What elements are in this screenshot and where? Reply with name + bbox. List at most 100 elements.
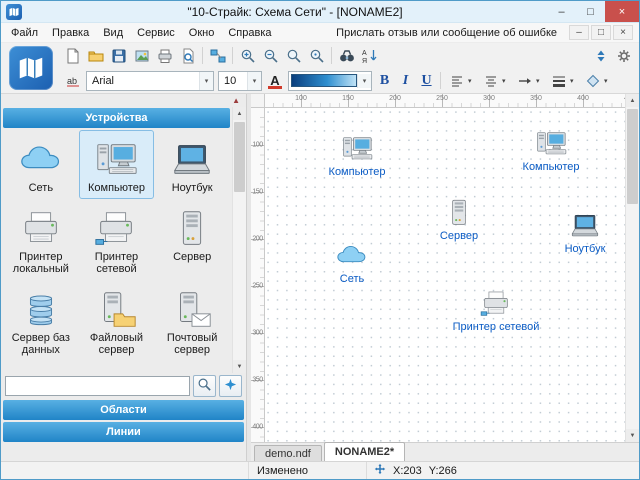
palette-item-label: Принтер сетевой	[82, 251, 152, 275]
palette-item-db-server[interactable]: Сервер баз данных	[3, 280, 79, 361]
font-color-button[interactable]: A	[264, 70, 286, 91]
network-scan-icon[interactable]	[206, 45, 229, 66]
chevron-down-icon[interactable]: ▾	[468, 77, 477, 85]
chevron-down-icon[interactable]: ▾	[502, 77, 511, 85]
menu-help[interactable]: Справка	[221, 25, 278, 41]
menu-view[interactable]: Вид	[96, 25, 130, 41]
palette-search-input[interactable]	[5, 376, 190, 396]
device-grid: СетьКомпьютерНоутбук Принтер локальныйПри…	[1, 129, 232, 373]
align-left-icon	[445, 70, 468, 91]
chevron-down-icon[interactable]: ▾	[604, 77, 613, 85]
canvas-node[interactable]: Сеть	[302, 241, 402, 285]
mdi-restore-button[interactable]: □	[591, 25, 611, 40]
palette-item-computer[interactable]: Компьютер	[79, 130, 155, 199]
tab-demo.ndf[interactable]: demo.ndf	[254, 445, 322, 461]
save-icon[interactable]	[107, 45, 130, 66]
menu-window[interactable]: Окно	[182, 25, 222, 41]
find-icon[interactable]	[335, 45, 358, 66]
scroll-up-icon[interactable]: ▲	[233, 107, 246, 120]
menu-edit[interactable]: Правка	[45, 25, 96, 41]
canvas-node[interactable]: Принтер сетевой	[446, 289, 546, 333]
printer-network-icon	[479, 289, 513, 319]
palette-item-server[interactable]: Сервер	[154, 199, 230, 280]
menu-file[interactable]: Файл	[4, 25, 45, 41]
node-shape-icon-group[interactable]: ▾	[581, 70, 613, 91]
palette-item-label: Сервер баз данных	[6, 332, 76, 356]
printer-icon	[17, 208, 65, 250]
panel-top-strip: ▲	[1, 94, 246, 107]
devices-section-header[interactable]: Устройства	[3, 108, 230, 128]
canvas-node-label: Компьютер	[329, 166, 386, 178]
collapse-panel-icon[interactable]: ▲	[232, 97, 240, 105]
canvas-node[interactable]: Компьютер	[307, 134, 407, 178]
palette-item-partial-0[interactable]	[3, 361, 79, 373]
mdi-minimize-button[interactable]: –	[569, 25, 589, 40]
print-preview-icon[interactable]	[176, 45, 199, 66]
tab-NONAME2*[interactable]: NONAME2*	[324, 442, 405, 461]
separator	[202, 47, 203, 64]
font-family-select[interactable]: Arial ▾	[86, 71, 214, 91]
lines-section-header[interactable]: Линии	[3, 422, 244, 442]
palette-item-file-server[interactable]: Файловый сервер	[79, 280, 155, 361]
line-color-select[interactable]: ▾	[288, 71, 372, 91]
zoom-actual-icon[interactable]	[305, 45, 328, 66]
computer-icon	[340, 134, 374, 164]
canvas-scrollbar[interactable]: ▲ ▼	[625, 94, 639, 442]
diagram-canvas[interactable]: Компьютер Компьютер Сервер Ноутбук Сеть Принт…	[265, 108, 625, 442]
font-size-select[interactable]: 10 ▾	[218, 71, 262, 91]
canvas-node[interactable]: Сервер	[409, 198, 509, 242]
mdi-close-button[interactable]: ×	[613, 25, 633, 40]
separator	[440, 72, 441, 89]
align-center-icon-group[interactable]: ▾	[479, 70, 511, 91]
feedback-link[interactable]: Прислать отзыв или сообщение об ошибке	[336, 27, 567, 39]
close-button[interactable]: ×	[605, 1, 639, 22]
scroll-down-icon[interactable]: ▼	[626, 429, 639, 442]
chevron-down-icon[interactable]: ▾	[536, 77, 545, 85]
advanced-search-button[interactable]	[219, 375, 242, 397]
scroll-down-icon[interactable]: ▼	[233, 360, 246, 373]
maximize-button[interactable]: □	[576, 1, 605, 22]
scroll-up-icon[interactable]: ▲	[626, 94, 639, 107]
reorder-arrows-icon[interactable]	[589, 45, 612, 66]
scrollbar-thumb[interactable]	[627, 109, 638, 204]
scrollbar-thumb[interactable]	[234, 122, 245, 192]
align-left-icon-group[interactable]: ▾	[445, 70, 477, 91]
palette-scrollbar[interactable]: ▲ ▼	[232, 107, 246, 373]
sort-icon[interactable]: АЯ	[358, 45, 381, 66]
move-icon	[374, 463, 386, 478]
palette-item-printer-local[interactable]: Принтер локальный	[3, 199, 79, 280]
settings-gear-icon[interactable]	[612, 45, 635, 66]
print-icon[interactable]	[153, 45, 176, 66]
palette-item-laptop[interactable]: Ноутбук	[154, 130, 230, 199]
zoom-out-icon[interactable]	[259, 45, 282, 66]
menu-service[interactable]: Сервис	[130, 25, 182, 41]
cloud-icon	[17, 139, 65, 181]
search-button[interactable]	[193, 375, 216, 397]
underline-button[interactable]: U	[416, 70, 437, 91]
palette-item-label: Сервер	[173, 251, 211, 263]
canvas-node[interactable]: Компьютер	[501, 129, 601, 173]
bold-button[interactable]: B	[374, 70, 395, 91]
export-image-icon[interactable]	[130, 45, 153, 66]
palette-item-partial-2[interactable]	[154, 361, 230, 373]
modified-status: Изменено	[249, 462, 367, 479]
open-folder-icon[interactable]	[84, 45, 107, 66]
palette-item-printer-network[interactable]: Принтер сетевой	[79, 199, 155, 280]
font-tool-icon: ab	[61, 70, 84, 91]
chevron-down-icon[interactable]: ▾	[570, 77, 579, 85]
line-style-icon-group[interactable]: ▾	[547, 70, 579, 91]
arrow-line-icon-group[interactable]: ▾	[513, 70, 545, 91]
minimize-button[interactable]: –	[547, 1, 576, 22]
window-controls: – □ ×	[547, 1, 639, 22]
palette-item-network[interactable]: Сеть	[3, 130, 79, 199]
canvas-node-label: Сеть	[340, 273, 364, 285]
palette-item-partial-1[interactable]	[79, 361, 155, 373]
palette-item-mail-server[interactable]: Почтовый сервер	[154, 280, 230, 361]
areas-section-header[interactable]: Области	[3, 400, 244, 420]
zoom-in-icon[interactable]	[236, 45, 259, 66]
computer-icon	[534, 129, 568, 159]
canvas-node[interactable]: Ноутбук	[535, 211, 625, 255]
zoom-fit-icon[interactable]	[282, 45, 305, 66]
new-document-icon[interactable]	[61, 45, 84, 66]
italic-button[interactable]: I	[395, 70, 416, 91]
